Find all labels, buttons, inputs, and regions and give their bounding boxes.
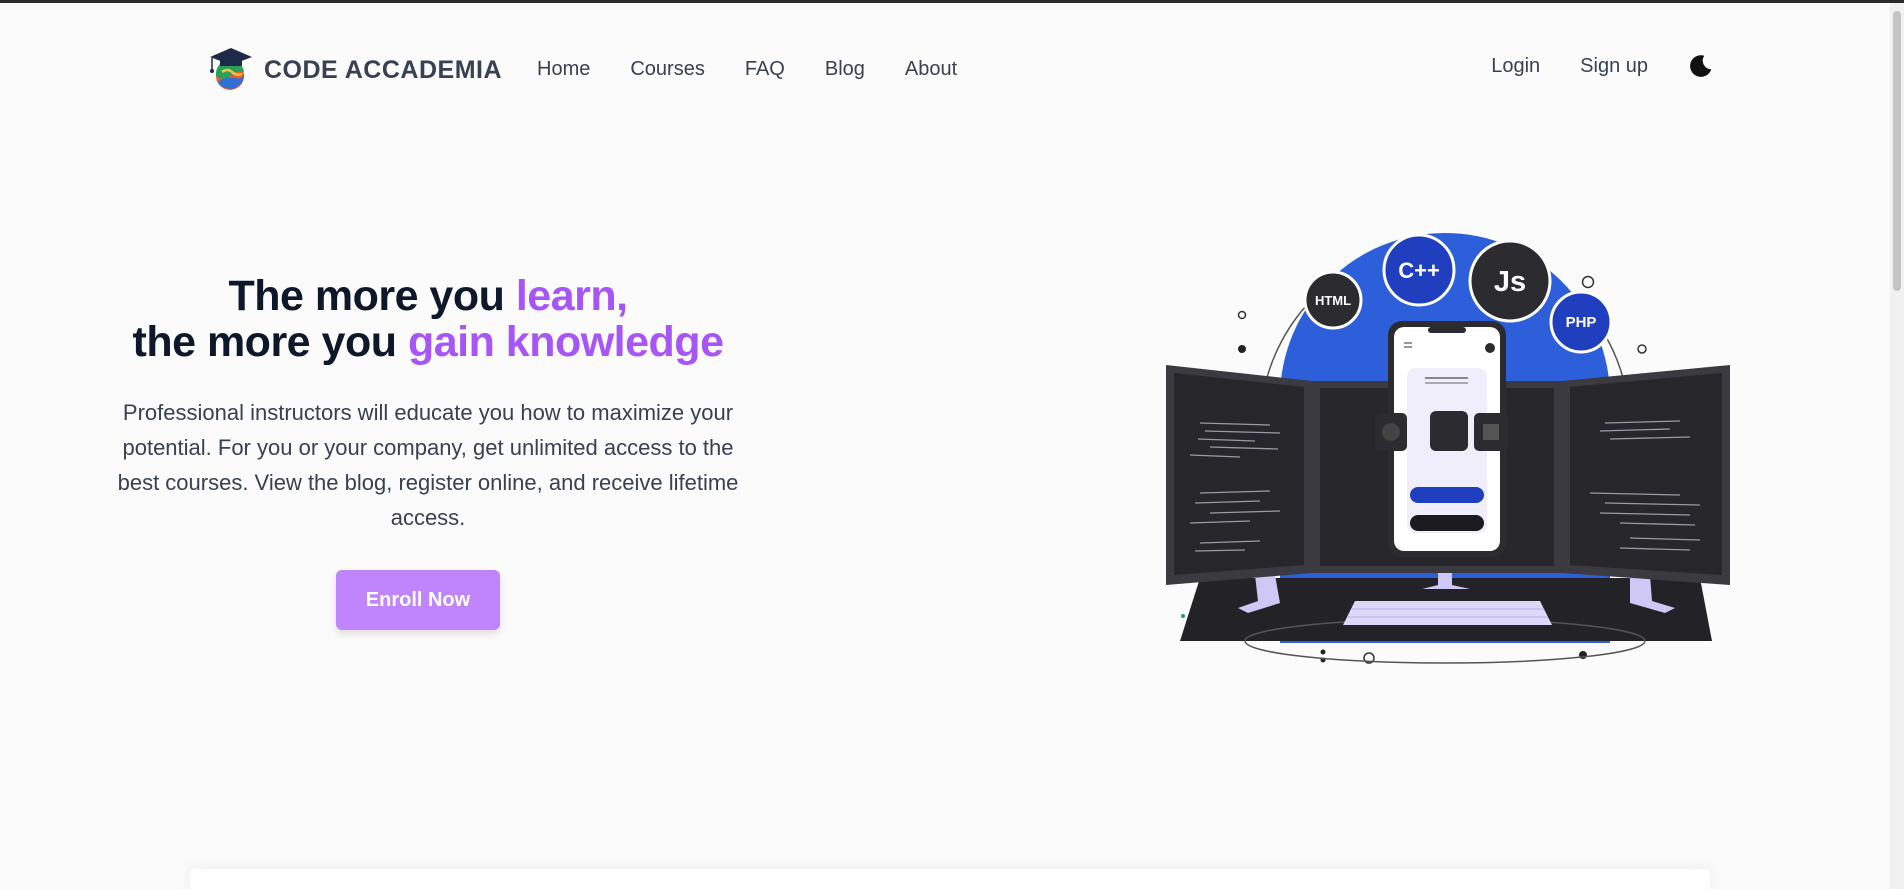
brand-home-link[interactable]: CODE ACCADEMIA	[208, 46, 502, 94]
html-badge: HTML	[1303, 270, 1363, 330]
hero-title: The more you learn, the more you gain kn…	[110, 273, 746, 365]
nav-link-home[interactable]: Home	[537, 58, 590, 81]
graduation-cap-globe-icon	[210, 48, 252, 90]
js-badge-label: Js	[1494, 266, 1526, 298]
auth-nav: Login Sign up	[1491, 53, 1714, 79]
page-scrollbar[interactable]	[1890, 3, 1904, 889]
nav-link-courses[interactable]: Courses	[630, 58, 704, 81]
bottom-section-card	[190, 869, 1710, 889]
js-badge: Js	[1468, 239, 1552, 323]
hero-title-accent1: learn,	[515, 272, 628, 320]
hero-text: The more you learn, the more you gain kn…	[110, 273, 746, 630]
nav-link-faq[interactable]: FAQ	[745, 58, 785, 81]
hero-title-part2: the more you	[132, 318, 408, 366]
brand-name: CODE ACCADEMIA	[264, 55, 503, 84]
scrollbar-thumb[interactable]	[1893, 11, 1901, 291]
main-nav: Home Courses FAQ Blog About	[537, 58, 957, 81]
hero-title-part1: The more you	[228, 272, 516, 320]
login-link[interactable]: Login	[1491, 55, 1540, 78]
enroll-now-button[interactable]: Enroll Now	[336, 570, 500, 630]
hero-title-accent2: gain knowledge	[407, 318, 724, 366]
php-badge: PHP	[1549, 290, 1613, 354]
moon-icon[interactable]	[1688, 53, 1714, 79]
hero-description: Professional instructors will educate yo…	[117, 400, 739, 530]
top-navbar: CODE ACCADEMIA Home Courses FAQ Blog Abo…	[0, 3, 1904, 141]
nav-link-blog[interactable]: Blog	[825, 58, 865, 81]
nav-link-about[interactable]: About	[905, 58, 957, 81]
php-badge-label: PHP	[1566, 314, 1597, 331]
hero-illustration: HTML C++ Js PHP	[1166, 233, 1730, 664]
cpp-badge: C++	[1382, 233, 1456, 307]
html-badge-label: HTML	[1315, 293, 1351, 308]
signup-link[interactable]: Sign up	[1580, 55, 1648, 78]
cpp-badge-label: C++	[1398, 258, 1440, 283]
